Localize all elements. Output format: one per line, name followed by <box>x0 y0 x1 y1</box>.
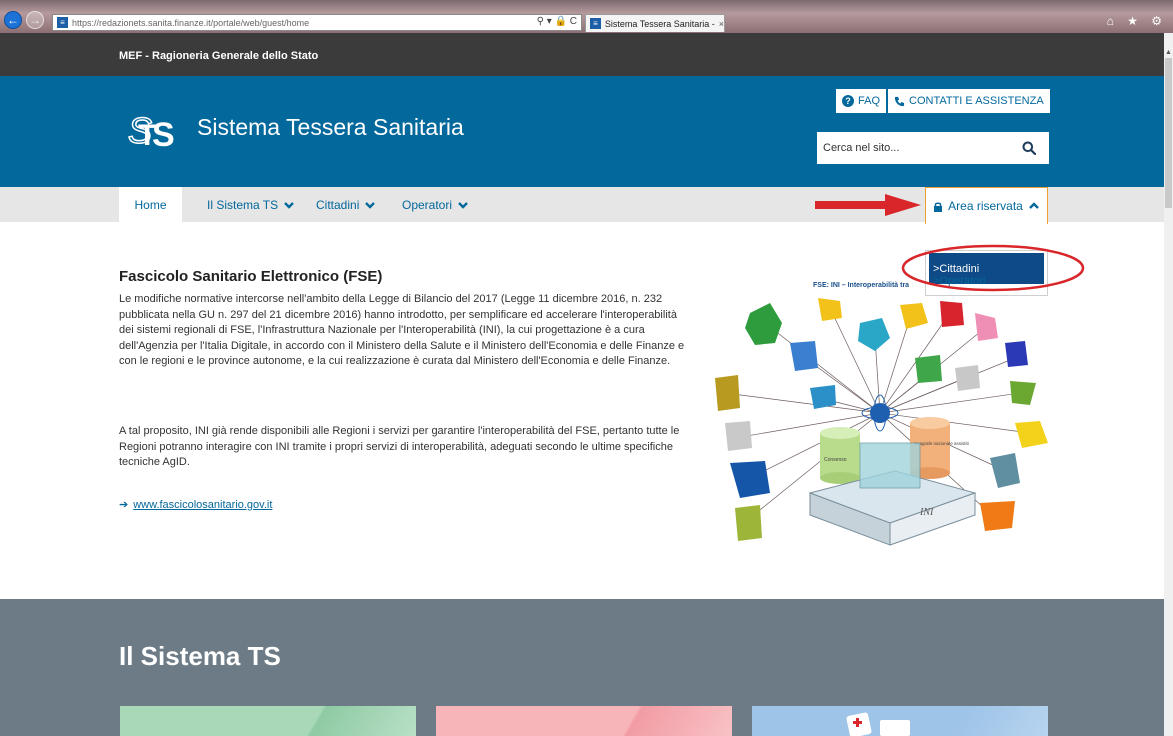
back-button[interactable]: ← <box>4 11 22 29</box>
search-box <box>817 132 1049 164</box>
fse-heading: Fascicolo Sanitario Elettronico (FSE) <box>119 268 383 285</box>
scroll-up-icon[interactable]: ▲ <box>1164 48 1173 57</box>
contact-button[interactable]: CONTATTI E ASSISTENZA <box>888 89 1050 113</box>
search-icon <box>1022 141 1036 155</box>
site-favicon-icon: ≡ <box>57 17 68 28</box>
search-button[interactable] <box>1013 132 1045 164</box>
diagram-label-consenso: Consenso <box>824 457 847 463</box>
chevron-down-icon <box>365 201 376 209</box>
arrow-right-icon: ➔ <box>119 499 129 511</box>
page-root: ← → ≡ https://redazionets.sanita.finanze… <box>0 0 1173 736</box>
nav-home[interactable]: Home <box>119 187 182 222</box>
fascicolo-link[interactable]: www.fascicolosanitario.gov.it <box>133 499 272 511</box>
sistema-ts-heading: Il Sistema TS <box>119 641 281 671</box>
ts-card-2[interactable] <box>436 706 732 736</box>
faq-button[interactable]: ? FAQ <box>836 89 887 113</box>
forward-button[interactable]: → <box>26 11 44 29</box>
fse-paragraph-1: Le modifiche normative intercorse nell'a… <box>119 293 685 367</box>
home-star-gear-icons[interactable]: ⌂ ★ ⚙ <box>1107 14 1167 28</box>
back-arrow-icon: ← <box>7 13 19 27</box>
question-circle-icon: ? <box>842 95 854 107</box>
chevron-up-icon <box>1028 202 1039 209</box>
contact-label: CONTATTI E ASSISTENZA <box>909 95 1044 107</box>
faq-label: FAQ <box>858 95 881 107</box>
nav-cittadini[interactable]: Cittadini <box>316 187 376 222</box>
nav-il-sistema-ts[interactable]: Il Sistema TS <box>207 187 295 222</box>
diagram-label-anagrafe: Anagrafe nazionale assistiti <box>914 441 969 446</box>
tab-title: Sistema Tessera Sanitaria - ... <box>604 18 716 29</box>
nav-il-sistema-ts-label: Il Sistema TS <box>207 197 279 212</box>
address-tools-icons[interactable]: ⚲ ▾ 🔒 C <box>537 16 577 27</box>
address-bar[interactable]: ≡ https://redazionets.sanita.finanze.it/… <box>52 14 582 31</box>
search-input[interactable] <box>817 134 1013 162</box>
tab-close-icon[interactable]: × <box>719 19 724 29</box>
lock-icon <box>934 201 943 212</box>
red-arrow-annotation-icon <box>815 194 921 216</box>
address-url[interactable]: https://redazionets.sanita.finanze.it/po… <box>72 18 309 28</box>
forward-arrow-icon: → <box>29 13 41 27</box>
fse-paragraph-2: A tal proposito, INI già rende disponibi… <box>119 425 680 468</box>
ts-card-1[interactable] <box>120 706 416 736</box>
chevron-down-icon <box>458 201 468 209</box>
ini-diagram-image: Consenso Anagrafe nazionale assistiti IN… <box>715 298 1048 546</box>
svg-text:S: S <box>152 116 175 148</box>
site-header: S T S Sistema Tessera Sanitaria ? FAQ CO… <box>0 76 1164 187</box>
area-riservata-label: Area riservata <box>948 199 1023 213</box>
chevron-down-icon <box>284 201 294 209</box>
health-card-icon <box>846 712 910 736</box>
browser-tab[interactable]: ≡ Sistema Tessera Sanitaria - ... × <box>585 14 725 32</box>
browser-toolbar: ← → ≡ https://redazionets.sanita.finanze… <box>0 0 1173 33</box>
sts-logo-icon[interactable]: S T S <box>128 110 180 148</box>
site-title[interactable]: Sistema Tessera Sanitaria <box>197 114 464 141</box>
mef-label[interactable]: MEF - Ragioneria Generale dello Stato <box>119 50 318 62</box>
mef-bar: MEF - Ragioneria Generale dello Stato <box>0 33 1164 76</box>
phone-icon <box>894 96 905 106</box>
nav-cittadini-label: Cittadini <box>316 197 360 212</box>
scrollbar-thumb[interactable] <box>1165 58 1172 208</box>
nav-operatori-label: Operatori <box>402 197 453 212</box>
fse-link-row: ➔ www.fascicolosanitario.gov.it <box>119 498 272 512</box>
diagram-label-ini: INI <box>919 507 934 518</box>
nav-operatori[interactable]: Operatori <box>402 187 469 222</box>
area-riservata-button[interactable]: Area riservata <box>925 187 1048 224</box>
tab-favicon-icon: ≡ <box>590 18 601 29</box>
